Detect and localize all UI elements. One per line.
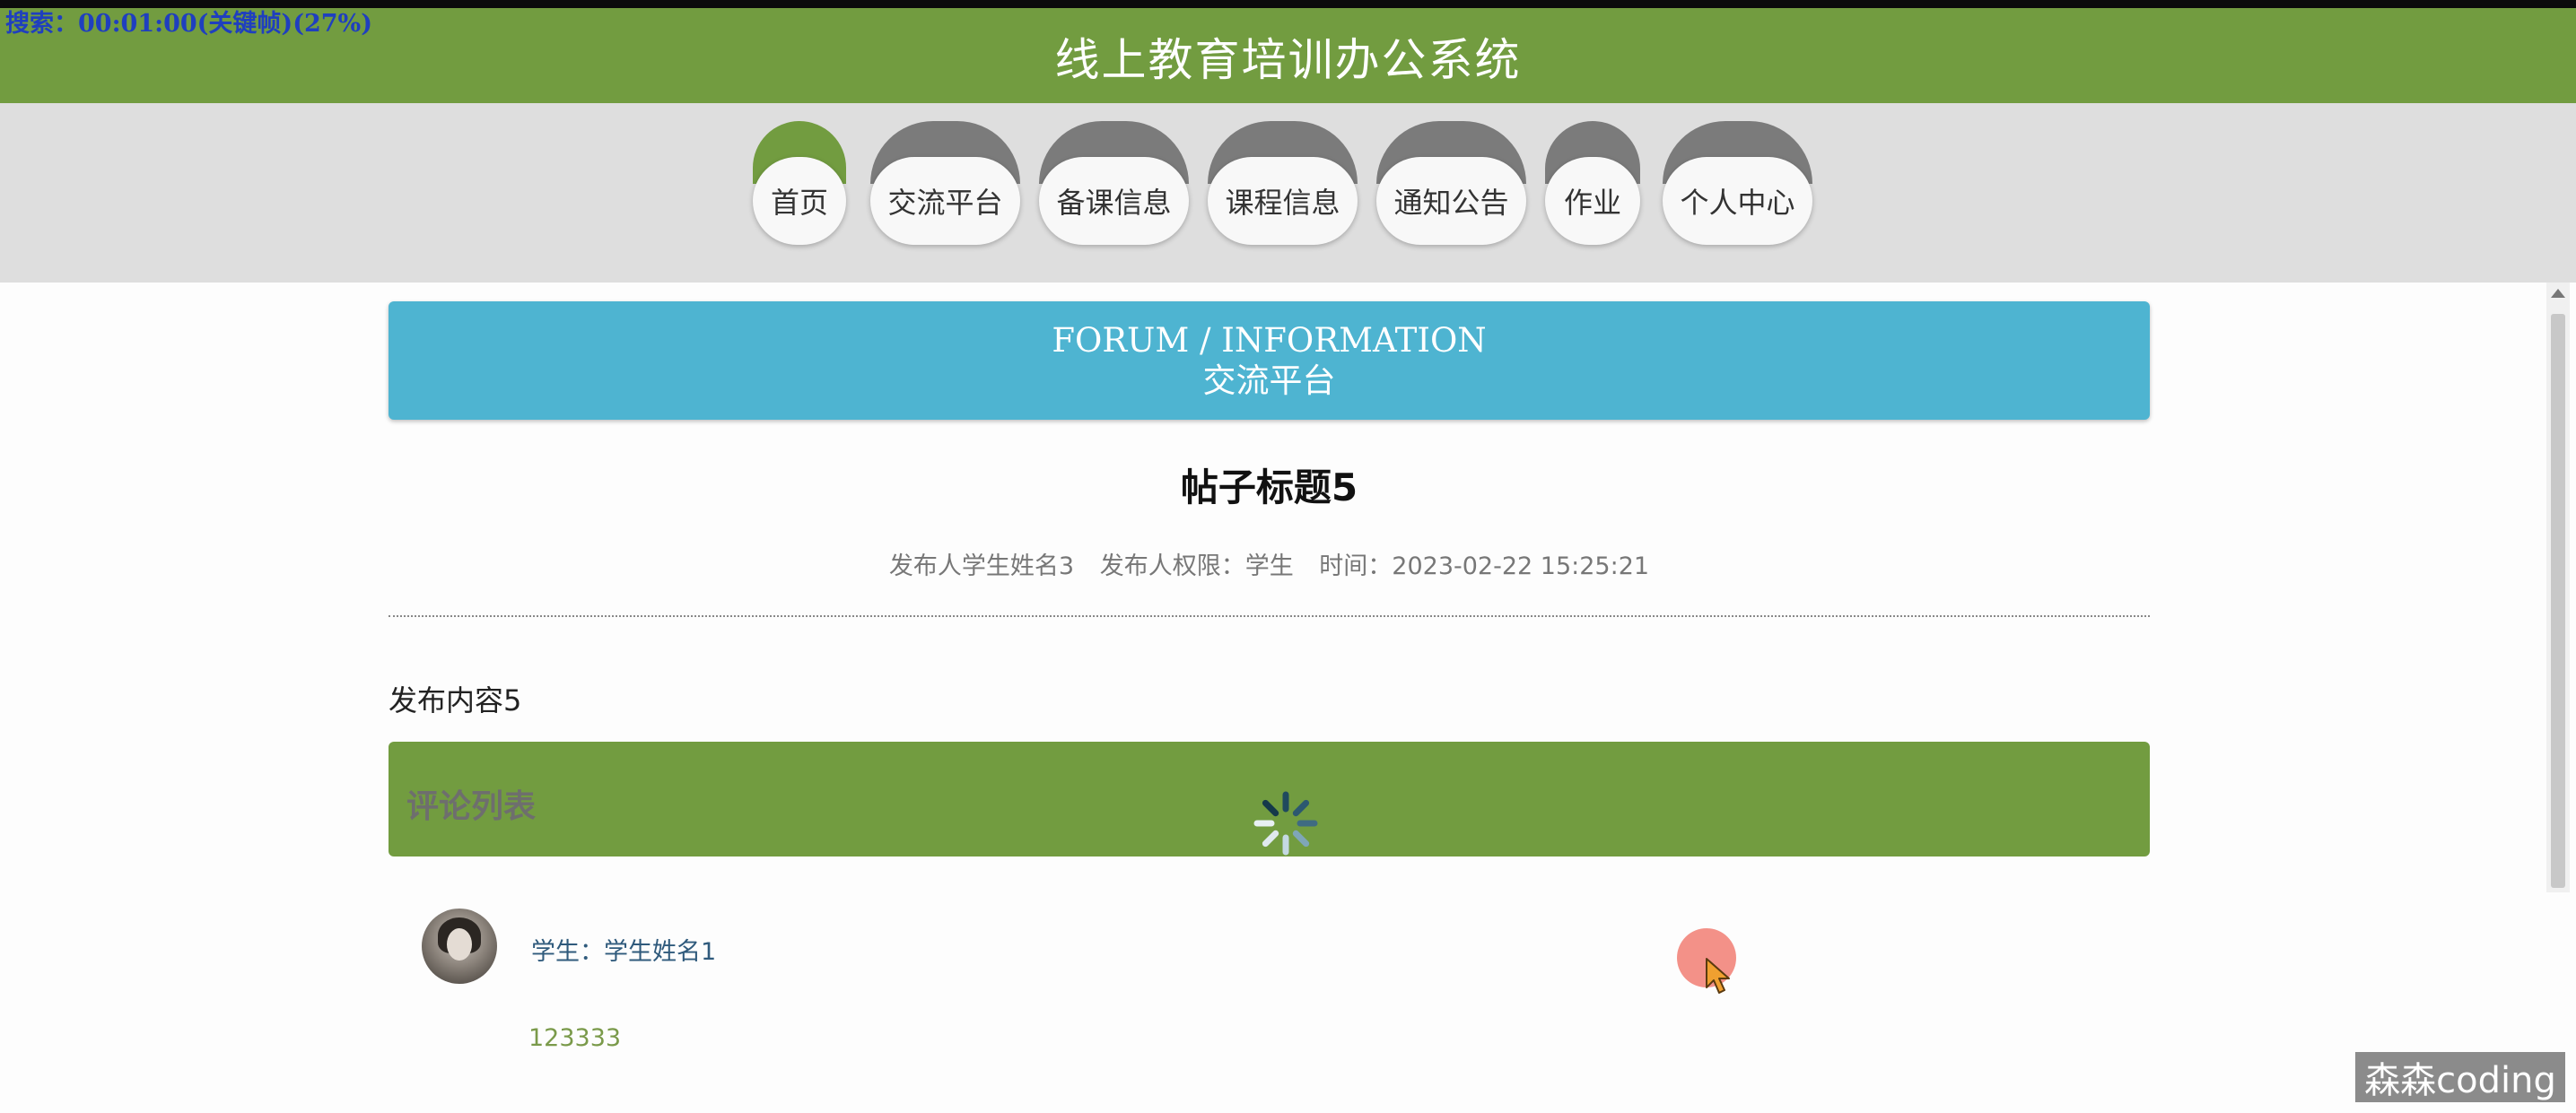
nav-item-notices[interactable]: 通知公告 bbox=[1376, 121, 1526, 251]
nav-label: 备课信息 bbox=[1039, 157, 1189, 245]
nav-label: 通知公告 bbox=[1376, 157, 1526, 245]
banner-title-en: FORUM / INFORMATION bbox=[1052, 321, 1487, 360]
scrollbar-thumb[interactable] bbox=[2551, 314, 2565, 888]
site-title: 线上教育培训办公系统 bbox=[1054, 34, 1522, 86]
post-title: 帖子标题5 bbox=[1180, 465, 1358, 509]
main-navbar: 首页 交流平台 备课信息 课程信息 通知公告 作业 个人中心 bbox=[0, 103, 2576, 283]
avatar bbox=[422, 909, 497, 984]
comments-heading: 评论列表 bbox=[406, 788, 537, 825]
comment-text: 123333 bbox=[528, 1024, 622, 1052]
nav-label: 个人中心 bbox=[1663, 157, 1812, 245]
content-divider bbox=[389, 615, 2150, 617]
nav-label: 交流平台 bbox=[870, 157, 1020, 245]
scroll-up-arrow-icon[interactable] bbox=[2551, 289, 2565, 298]
search-progress-overlay: 搜索：00:01:00(关键帧)(27%) bbox=[5, 10, 372, 38]
post-content: 发布内容5 bbox=[389, 683, 522, 717]
nav-item-forum[interactable]: 交流平台 bbox=[870, 121, 1020, 251]
watermark: 森森coding bbox=[2355, 1052, 2565, 1102]
post-meta: 发布人学生姓名3 发布人权限：学生 时间：2023-02-22 15:25:21 bbox=[389, 546, 2150, 581]
mouse-cursor-icon bbox=[1706, 958, 1730, 994]
nav-label: 首页 bbox=[753, 157, 846, 245]
post-time: 时间：2023-02-22 15:25:21 bbox=[1319, 552, 1650, 580]
loading-spinner-icon bbox=[1253, 791, 1318, 856]
nav-item-lesson-prep[interactable]: 备课信息 bbox=[1039, 121, 1189, 251]
site-header: 线上教育培训办公系统 bbox=[0, 8, 2576, 103]
post-author-role: 发布人权限：学生 bbox=[1099, 552, 1294, 580]
section-banner: FORUM / INFORMATION 交流平台 bbox=[389, 301, 2150, 420]
nav-item-homework[interactable]: 作业 bbox=[1545, 121, 1640, 251]
comment-author: 学生：学生姓名1 bbox=[531, 938, 717, 966]
banner-title-cn: 交流平台 bbox=[1202, 361, 1336, 400]
nav-item-courses[interactable]: 课程信息 bbox=[1208, 121, 1358, 251]
nav-item-home[interactable]: 首页 bbox=[753, 121, 846, 251]
nav-item-profile[interactable]: 个人中心 bbox=[1663, 121, 1812, 251]
post-author: 发布人学生姓名3 bbox=[888, 552, 1075, 580]
window-top-strip bbox=[0, 0, 2576, 8]
nav-label: 作业 bbox=[1545, 157, 1640, 245]
nav-label: 课程信息 bbox=[1208, 157, 1358, 245]
